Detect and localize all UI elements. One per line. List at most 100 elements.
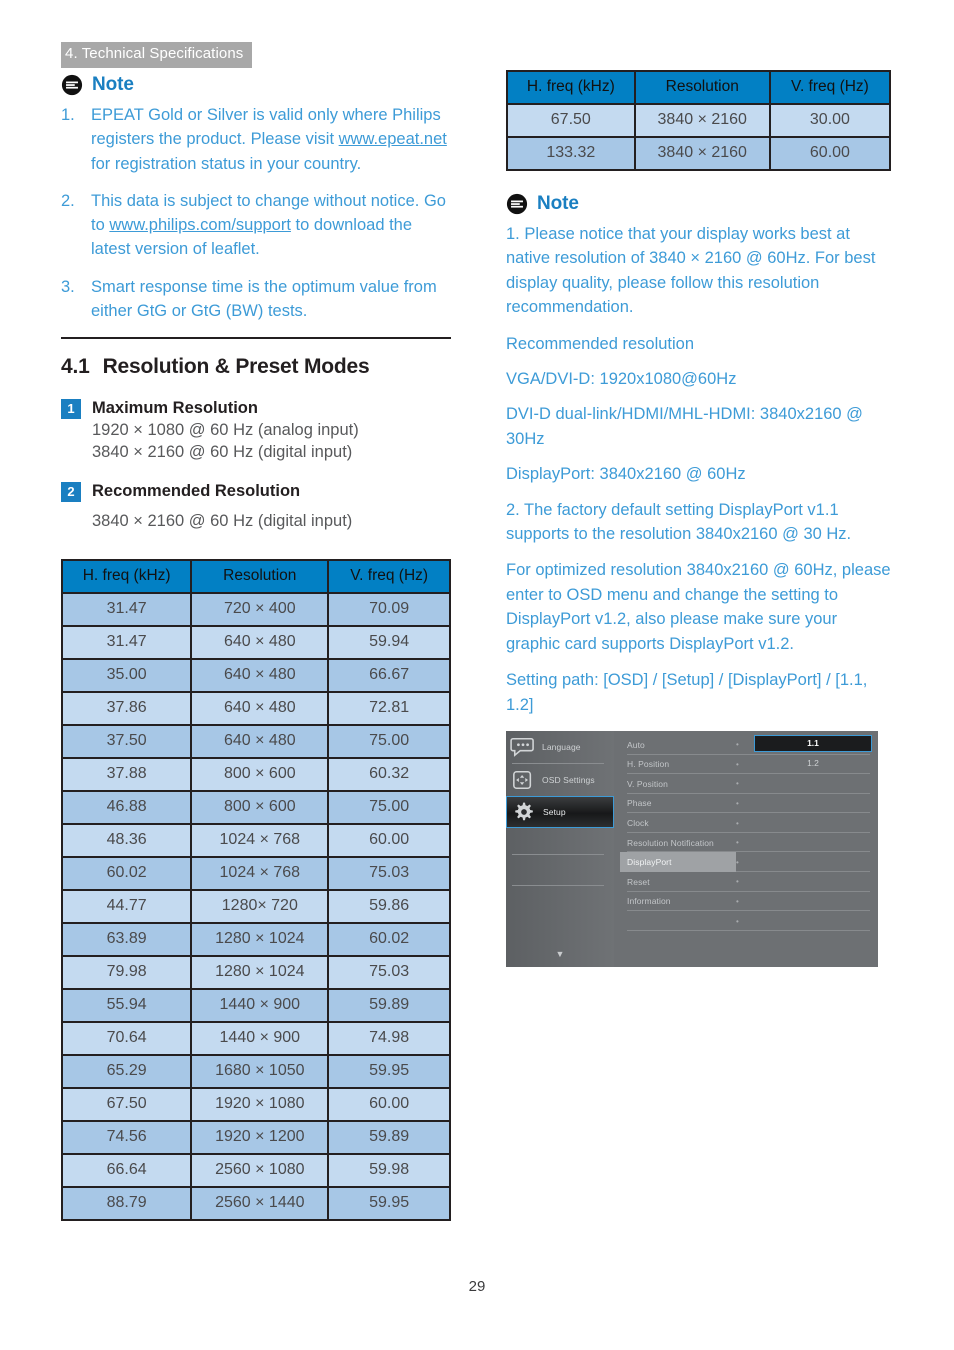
osd-sidebar-label: Setup	[543, 806, 566, 817]
table-cell: 48.36	[63, 824, 193, 858]
table-cell: 35.00	[63, 659, 193, 693]
note-item: 2. This data is subject to change withou…	[61, 189, 451, 262]
osd-menu-item-label: H. Position	[627, 759, 670, 770]
dvid-hdmi-resolution: DVI-D dual-link/HDMI/MHL-HDMI: 3840x2160…	[506, 405, 863, 448]
table-cell: 59.98	[329, 1154, 449, 1188]
table-cell: 31.47	[63, 626, 193, 660]
osd-menu-item-label: Information	[627, 896, 671, 907]
section-title: Resolution & Preset Modes	[102, 355, 370, 378]
recommended-resolution-line: 3840 × 2160 @ 60 Hz (digital input)	[92, 512, 353, 531]
note-icon	[506, 193, 528, 215]
table-cell: 60.32	[329, 758, 449, 792]
table-row: 46.88 800 × 600 75.00	[63, 791, 449, 825]
recommended-resolution-block: 2 Recommended Resolution 3840 × 2160 @ 6…	[61, 480, 451, 533]
max-resolution-line: 1920 × 1080 @ 60 Hz (analog input)	[92, 421, 359, 440]
note-paragraph: 2. The factory default setting DisplayPo…	[506, 500, 852, 544]
table-cell: 75.00	[329, 791, 449, 825]
table-cell: 72.81	[329, 692, 449, 726]
osd-sidebar-label: OSD Settings	[542, 774, 595, 785]
osd-menu-item-dot: •	[736, 740, 739, 750]
osd-menu-item[interactable]: V. Position •	[614, 774, 878, 794]
table-cell: 60.00	[770, 138, 889, 169]
table-cell: 75.03	[329, 857, 449, 891]
table-row: 37.50 640 × 480 75.00	[63, 725, 449, 759]
osd-menu-item-dot: •	[736, 779, 739, 789]
table-cell: 60.02	[329, 923, 449, 957]
note-list-left: 1. EPEAT Gold or Silver is valid only wh…	[61, 103, 451, 323]
table-row: 37.88 800 × 600 60.32	[63, 758, 449, 792]
table-cell: 67.50	[508, 105, 636, 138]
osd-scroll-down-caret[interactable]: ▼	[506, 949, 614, 959]
note-title-right: Note	[537, 193, 579, 214]
osd-value-label: 1.1	[807, 738, 819, 749]
table-cell: 59.89	[329, 1121, 449, 1155]
document-page: 4. Technical Specifications Note 1. EPEA…	[0, 0, 954, 1350]
osd-value-option[interactable]: 1.2	[754, 755, 872, 772]
osd-menu-item-label: Resolution Notification	[627, 837, 714, 848]
note-paragraph: 1. Please notice that your display works…	[506, 225, 876, 317]
table-cell: 63.89	[63, 923, 193, 957]
osd-menu-item[interactable]: DisplayPort •	[614, 852, 878, 873]
table-cell: 1280 × 1024	[192, 923, 330, 957]
note-item-number: 1.	[61, 106, 75, 124]
table-cell: 800 × 600	[192, 758, 330, 792]
section-heading: 4.1 Resolution & Preset Modes	[61, 355, 451, 379]
recommended-resolution-label: Recommended resolution	[506, 334, 695, 353]
gear-icon	[515, 802, 533, 821]
philips-support-link[interactable]: www.philips.com/support	[109, 216, 291, 234]
osd-sidebar-item-osd-settings[interactable]: OSD Settings	[506, 764, 614, 796]
speech-bubble-icon	[510, 737, 534, 757]
osd-menu-item-label: Reset	[627, 876, 650, 887]
table-cell: 67.50	[63, 1088, 193, 1122]
table-cell: 74.98	[329, 1022, 449, 1056]
osd-sidebar-divider	[512, 884, 604, 886]
osd-menu-screenshot: Language OSD Settings Setup ▼ Auto • H. …	[506, 730, 878, 967]
table-cell: 2560 × 1440	[192, 1187, 330, 1219]
epeat-link[interactable]: www.epeat.net	[339, 130, 447, 148]
table-cell: 1920 × 1200	[192, 1121, 330, 1155]
column-header-resolution: Resolution	[635, 72, 771, 105]
table-row: 63.89 1280 × 1024 60.02	[63, 923, 449, 957]
osd-menu-item-label: Phase	[627, 798, 652, 809]
note-item: 1. EPEAT Gold or Silver is valid only wh…	[61, 103, 451, 176]
osd-menu-item-dot: •	[736, 877, 739, 887]
max-resolution-title: Maximum Resolution	[92, 399, 258, 417]
badge-1: 1	[61, 399, 81, 419]
table-row: 44.77 1280× 720 59.86	[63, 890, 449, 924]
table-cell: 30.00	[770, 105, 889, 138]
table-cell: 3840 × 2160	[635, 105, 771, 138]
osd-menu-item[interactable]: Resolution Notification •	[614, 833, 878, 853]
osd-menu-item-label: Auto	[627, 739, 645, 750]
table-cell: 66.67	[329, 659, 449, 693]
table-cell: 46.88	[63, 791, 193, 825]
left-column: Note 1. EPEAT Gold or Silver is valid on…	[61, 70, 451, 1221]
osd-menu-item[interactable]: Information •	[614, 892, 878, 912]
table-row: 67.50 1920 × 1080 60.00	[63, 1088, 449, 1122]
note-item-text: This data is subject to change without n…	[91, 189, 451, 262]
osd-menu-item[interactable]: Phase •	[614, 794, 878, 814]
note-item: 3. Smart response time is the optimum va…	[61, 275, 451, 324]
osd-sidebar-label: Language	[542, 741, 581, 752]
table-cell: 60.00	[329, 824, 449, 858]
table-cell: 37.50	[63, 725, 193, 759]
note-title-left: Note	[92, 74, 134, 95]
osd-menu-item-label: V. Position	[627, 778, 668, 789]
table-row: 35.00 640 × 480 66.67	[63, 659, 449, 693]
column-header-hfreq: H. freq (kHz)	[508, 72, 636, 105]
osd-menu-item[interactable]: Clock •	[614, 813, 878, 833]
osd-value-selected[interactable]: 1.1	[754, 734, 872, 752]
osd-menu-item[interactable]: Reset •	[614, 872, 878, 892]
osd-sidebar-item-setup[interactable]: Setup	[506, 795, 614, 828]
table-cell: 31.47	[63, 593, 193, 627]
table-row: 31.47 720 × 400 70.09	[63, 593, 449, 627]
table-cell: 800 × 600	[192, 791, 330, 825]
preset-modes-table: H. freq (kHz) Resolution V. freq (Hz) 31…	[61, 558, 451, 1221]
table-cell: 65.29	[63, 1055, 193, 1089]
table-row: 67.50 3840 × 2160 30.00	[508, 105, 889, 138]
table-row: 79.98 1280 × 1024 75.03	[63, 956, 449, 990]
table-cell: 1920 × 1080	[192, 1088, 330, 1122]
table-header-row: H. freq (kHz) Resolution V. freq (Hz)	[63, 560, 449, 594]
table-cell: 74.56	[63, 1121, 193, 1155]
osd-menu-item[interactable]: •	[614, 911, 878, 931]
osd-sidebar-item-language[interactable]: Language	[506, 731, 614, 763]
